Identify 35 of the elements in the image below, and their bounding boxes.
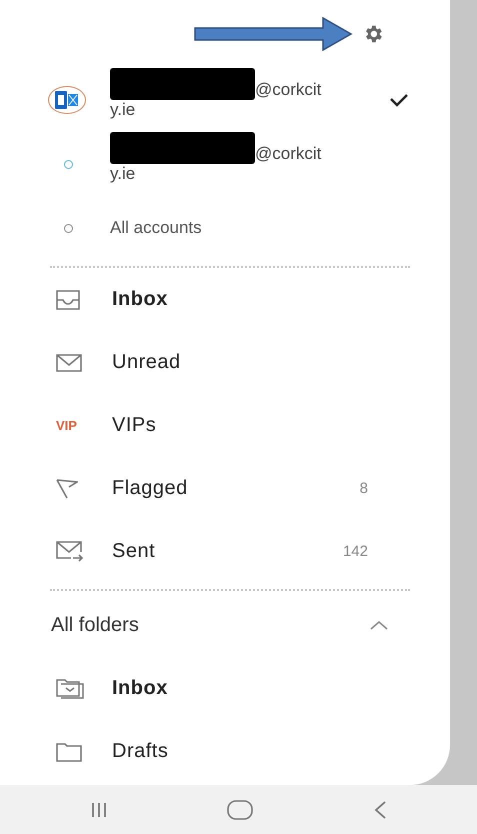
account-label: All accounts	[110, 218, 203, 238]
account-item[interactable]: @corkcity.ie	[0, 68, 450, 132]
account-item[interactable]: @corkcity.ie	[0, 132, 450, 196]
folder-label: VIPs	[112, 414, 158, 437]
folder-item[interactable]: Inbox	[0, 657, 450, 720]
folder-label: Unread	[112, 351, 182, 374]
folder-item[interactable]: VIP VIPs	[0, 394, 450, 457]
section-title: All folders	[51, 614, 140, 636]
exchange-account-icon	[48, 86, 86, 114]
chevron-left-icon	[373, 800, 388, 820]
three-bars-icon	[90, 800, 108, 818]
rounded-square-icon	[227, 800, 254, 820]
folder-label: Drafts	[112, 740, 170, 763]
account-email: @corkcity.ie	[110, 144, 322, 183]
envelope-icon	[56, 354, 82, 372]
message-count: 142	[342, 543, 368, 560]
folder-icon	[56, 742, 82, 762]
vip-icon: VIP	[56, 418, 77, 433]
folder-label: Inbox	[112, 677, 169, 700]
inbox-tray-icon	[56, 290, 80, 310]
folder-label: Inbox	[112, 288, 169, 311]
account-item[interactable]: All accounts	[0, 196, 450, 260]
folders-section-header[interactable]: All folders	[0, 593, 450, 657]
folder-item[interactable]: Flagged 8	[0, 457, 450, 520]
folder-icon	[56, 678, 86, 700]
folder-label: Flagged	[112, 477, 189, 500]
envelope-arrow-icon	[56, 540, 84, 562]
folder-label: Sent	[112, 540, 156, 563]
account-email: @corkcity.ie	[110, 80, 322, 119]
message-count: 8	[360, 480, 368, 497]
folder-item[interactable]: Sent 142	[0, 520, 450, 583]
folder-item[interactable]: Inbox	[0, 268, 450, 331]
flag-icon	[56, 478, 78, 498]
folder-item[interactable]: Unread	[0, 331, 450, 394]
folder-item[interactable]: Drafts	[0, 720, 450, 783]
